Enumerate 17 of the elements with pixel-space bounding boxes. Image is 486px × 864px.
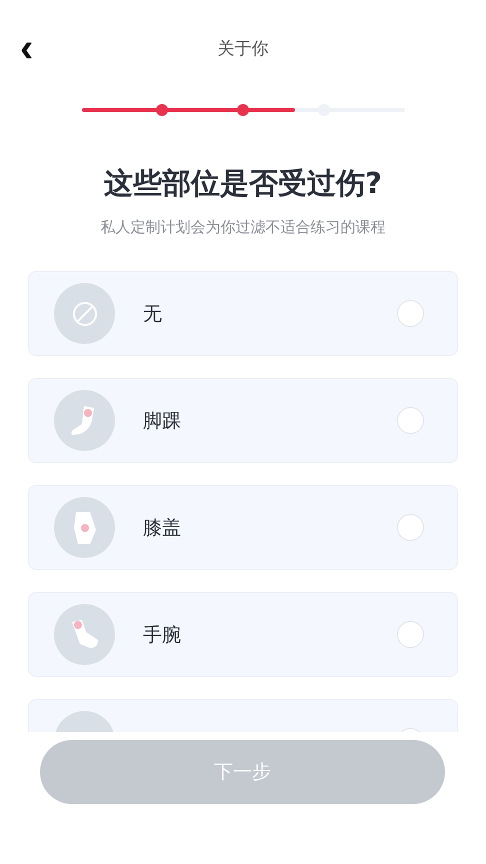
question-subtitle: 私人定制计划会为你过滤不适合练习的课程 xyxy=(100,218,386,237)
radio-button[interactable] xyxy=(397,514,424,541)
back-button[interactable]: ‹ xyxy=(14,28,40,68)
radio-button[interactable] xyxy=(397,621,424,648)
option-label: 膝盖 xyxy=(143,516,182,540)
option-label: 无 xyxy=(143,302,163,326)
question-heading: 这些部位是否受过伤? xyxy=(103,165,383,202)
prohibited-icon xyxy=(72,300,98,326)
option-card[interactable]: 无 xyxy=(28,271,458,356)
page-title: 关于你 xyxy=(218,38,268,60)
option-card[interactable]: 膝盖 xyxy=(28,485,458,570)
option-label: 手腕 xyxy=(143,622,182,648)
radio-button[interactable] xyxy=(397,300,424,327)
option-label: 脚踝 xyxy=(143,408,182,434)
option-card[interactable]: 手腕 xyxy=(28,592,458,677)
option-card[interactable]: 脚踝 xyxy=(28,378,458,463)
radio-button[interactable] xyxy=(397,407,424,434)
